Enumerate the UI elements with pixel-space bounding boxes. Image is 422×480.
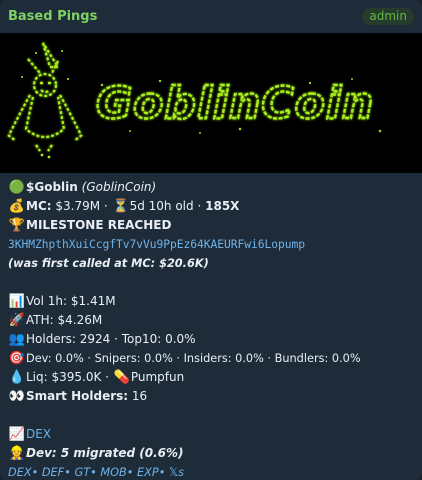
gt-footer-link[interactable]: GT: [74, 466, 90, 479]
dex-footer-link[interactable]: DEX: [8, 466, 32, 479]
token-ticker: $Goblin: [26, 180, 78, 194]
contract-address[interactable]: 3KHMZhpthXuiCcgfTv7vVu9PpEz64KAEURFwi6Lo…: [8, 238, 305, 251]
droplet-icon: 💧: [8, 370, 26, 385]
banner-logo-text: GoblinCoin: [96, 78, 374, 129]
liquidity-text: Liq: $395.0K ·: [26, 370, 109, 384]
dev-stats-text: Dev: 0.0% · Snipers: 0.0% · Insiders: 0.…: [26, 352, 361, 365]
mc-value: $3.79M: [55, 199, 101, 213]
message-bubble: Based Pings admin GoblinCoin 🟢$Goblin (G…: [0, 0, 422, 480]
rocket-icon: 🚀: [8, 313, 26, 328]
token-age: 5d 10h old: [129, 199, 194, 213]
smart-holders-label: Smart Holders:: [26, 389, 129, 403]
chart-increasing-icon: 📈: [8, 427, 26, 442]
dev-stats-line: 🎯Dev: 0.0% · Snipers: 0.0% · Insiders: 0…: [8, 349, 416, 368]
separator: ·: [197, 199, 202, 213]
x-search-footer-link[interactable]: 𝕏s: [169, 466, 184, 479]
footer-links: DEX• DEF• GT• MOB• EXP• 𝕏s: [8, 466, 184, 479]
volume-line: 📊Vol 1h: $1.41M: [8, 292, 416, 311]
dex-link[interactable]: DEX: [26, 427, 51, 441]
goblincoin-banner-image[interactable]: GoblinCoin: [0, 33, 422, 173]
target-icon: 🎯: [8, 351, 26, 366]
def-footer-link[interactable]: DEF: [42, 466, 64, 479]
mob-footer-link[interactable]: MOB: [100, 466, 126, 479]
dev-migrated-text: Dev: 5 migrated (0.6%): [26, 446, 184, 460]
dex-line: 📈DEX: [8, 425, 416, 444]
ath-line: 🚀ATH: $4.26M: [8, 311, 416, 330]
eyes-icon: 👀: [8, 389, 26, 404]
holders-line: 👥Holders: 2924 · Top10: 0.0%: [8, 330, 416, 349]
ath-text: ATH: $4.26M: [26, 313, 103, 327]
first-called-text: (was first called at MC: $20.6K): [8, 257, 209, 270]
message-header: Based Pings admin: [8, 8, 414, 28]
token-title-line: 🟢$Goblin (GoblinCoin): [8, 178, 416, 197]
hourglass-icon: ⏳: [112, 199, 129, 214]
smart-holders-line: 👀Smart Holders: 16: [8, 387, 416, 406]
multiplier: 185X: [205, 199, 240, 213]
people-icon: 👥: [8, 332, 26, 347]
goblin-figure-icon: [7, 42, 83, 152]
pill-icon: 💊: [113, 370, 130, 385]
sender-name[interactable]: Based Pings: [8, 9, 97, 24]
holders-text: Holders: 2924 · Top10: 0.0%: [26, 332, 196, 346]
liquidity-line: 💧Liq: $395.0K · 💊Pumpfun: [8, 368, 416, 387]
first-called-line: (was first called at MC: $20.6K): [8, 254, 416, 273]
dev-migrated-line: 👷Dev: 5 migrated (0.6%): [8, 444, 416, 463]
bar-chart-icon: 📊: [8, 294, 26, 309]
exp-footer-link[interactable]: EXP: [137, 466, 159, 479]
trophy-icon: 🏆: [8, 218, 26, 233]
volume-text: Vol 1h: $1.41M: [26, 294, 116, 308]
money-bag-icon: 💰: [8, 199, 26, 214]
contract-address-line: 3KHMZhpthXuiCcgfTv7vVu9PpEz64KAEURFwi6Lo…: [8, 235, 416, 254]
platform-text: Pumpfun: [130, 370, 185, 384]
smart-holders-value: 16: [131, 389, 148, 403]
separator: ·: [103, 199, 108, 213]
mc-label: MC:: [26, 199, 52, 213]
construction-worker-icon: 👷: [8, 446, 26, 461]
goblin-logo-graphic: GoblinCoin: [7, 42, 382, 159]
green-circle-icon: 🟢: [8, 180, 26, 195]
market-cap-line: 💰MC: $3.79M · ⏳5d 10h old · 185X: [8, 197, 416, 216]
milestone-line: 🏆MILESTONE REACHED: [8, 216, 416, 235]
token-name: (GoblinCoin): [81, 180, 157, 194]
message-body: 🟢$Goblin (GoblinCoin) 💰MC: $3.79M · ⏳5d …: [8, 178, 416, 480]
milestone-text: MILESTONE REACHED: [26, 218, 172, 232]
admin-badge: admin: [362, 8, 414, 25]
